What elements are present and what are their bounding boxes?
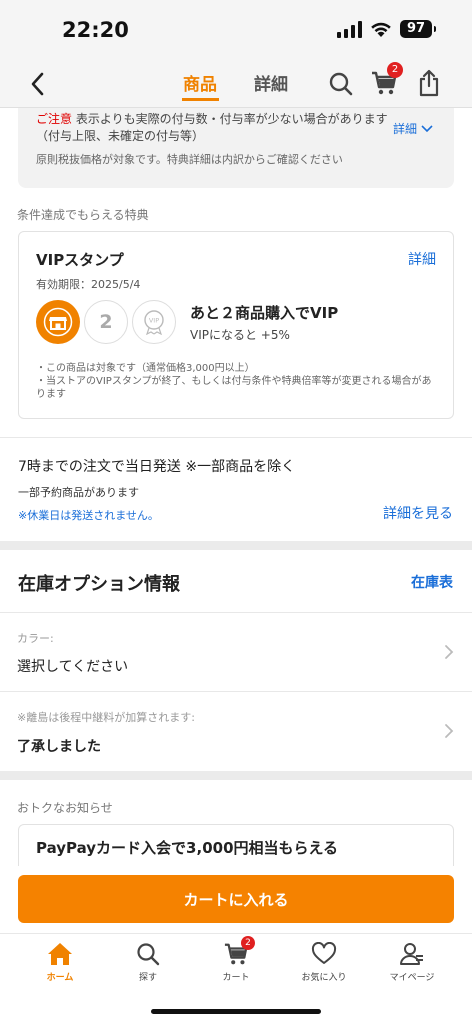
vip-badge-label: VIP	[149, 317, 159, 325]
vip-detail-link[interactable]: 詳細	[408, 249, 436, 269]
notice-text: ご注意 表示よりも実際の付与数・付与率が少ない場合があります（付与上限、未確定の…	[36, 111, 401, 145]
share-icon[interactable]	[418, 69, 440, 97]
tab-label: カート	[222, 973, 250, 983]
vip-expiry: 有効期限：2025/5/4	[36, 278, 141, 291]
add-to-cart-button[interactable]: カートに入れる	[18, 875, 454, 923]
section-divider	[0, 771, 472, 780]
tab-cart[interactable]: 2 カート	[189, 934, 283, 994]
shipping-detail-link[interactable]: 詳細を見る	[383, 503, 453, 523]
notice-detail-link[interactable]: 詳細	[393, 120, 433, 137]
vip-notes: ・この商品は対象です（通常価格3,000円以上） ・当ストアのVIPスタンプが終…	[36, 362, 441, 401]
user-icon	[400, 943, 423, 965]
option-label: カラー:	[17, 632, 54, 645]
tab-label: マイページ	[389, 973, 435, 983]
chevron-down-icon	[421, 124, 433, 132]
vip-bonus: VIPになると +5%	[190, 328, 290, 342]
cart-count-badge: 2	[241, 936, 255, 950]
vip-stamp-card: VIPスタンプ 詳細 有効期限：2025/5/4 2 VIP あと２商品購入でV…	[18, 231, 454, 419]
shipping-holiday-note: ※休業日は発送されません。	[18, 509, 159, 522]
active-tab-indicator	[182, 98, 219, 101]
stock-options-title: 在庫オプション情報	[18, 574, 180, 595]
home-indicator	[151, 1009, 321, 1014]
option-value: 了承しました	[17, 739, 101, 755]
vip-progress: あと２商品購入でVIP	[190, 304, 339, 322]
cart-count-badge: 2	[387, 62, 403, 78]
notice-body: 表示よりも実際の付与数・付与率が少ない場合があります（付与上限、未確定の付与等）	[36, 112, 388, 143]
heart-icon	[311, 942, 337, 964]
search-icon[interactable]	[328, 71, 354, 97]
tab-label: ホーム	[46, 973, 74, 983]
section-divider	[0, 541, 472, 550]
tab-bar: ホーム 探す 2 カート お気に入り マイページ	[0, 933, 472, 993]
divider	[0, 437, 472, 438]
notice-detail-label: 詳細	[393, 122, 418, 136]
bottom-panel: カートに入れる ホーム 探す 2 カート お気に入り マイページ	[0, 866, 472, 1024]
stamp-vip: VIP	[132, 300, 176, 344]
shipping-title: 7時までの注文で当日発送 ※一部商品を除く	[18, 459, 296, 475]
status-bar: 22:20 97	[0, 0, 472, 60]
tab-products[interactable]: 商品	[183, 70, 217, 95]
chevron-right-icon	[445, 724, 454, 738]
stock-table-link[interactable]: 在庫表	[411, 572, 453, 592]
back-arrow-icon[interactable]	[26, 70, 50, 98]
stamp-filled	[36, 300, 80, 344]
vip-note-item: ・この商品は対象です（通常価格3,000円以上）	[36, 363, 255, 374]
search-icon	[137, 943, 160, 966]
vip-title: VIPスタンプ	[36, 251, 124, 269]
tab-details[interactable]: 詳細	[254, 70, 288, 95]
nav-bar: 商品 詳細 2	[0, 60, 472, 108]
status-time: 22:20	[62, 18, 129, 42]
wifi-icon	[371, 22, 391, 37]
vip-badge-icon: VIP	[144, 310, 164, 335]
chevron-right-icon	[445, 645, 454, 659]
battery-indicator: 97	[400, 20, 436, 38]
conditions-section-label: 条件達成でもらえる特典	[17, 208, 149, 222]
option-label: ※離島は後程中継料が加算されます:	[17, 711, 195, 724]
status-icons: 97	[337, 20, 436, 38]
points-notice: ご注意 表示よりも実際の付与数・付与率が少ない場合があります（付与上限、未確定の…	[18, 108, 454, 188]
tab-search[interactable]: 探す	[101, 934, 195, 994]
tab-label: お気に入り	[301, 973, 347, 983]
option-value: 選択してください	[17, 659, 129, 675]
stamp-next: 2	[84, 300, 128, 344]
shipping-subtitle: 一部予約商品があります	[18, 486, 139, 499]
home-icon	[48, 943, 72, 965]
deals-section-label: おトクなお知らせ	[17, 801, 113, 815]
notice-footnote: 原則税抜価格が対象です。特典詳細は内訳からご確認ください	[36, 153, 343, 166]
notice-label: ご注意	[36, 112, 73, 126]
vip-note-item: ・当ストアのVIPスタンプが終了、もしくは付与条件や特典倍率等が変更される場合が…	[36, 376, 432, 400]
paypay-promo-title: PayPayカード入会で3,000円相当もらえる	[36, 839, 339, 857]
tab-favorites[interactable]: お気に入り	[277, 934, 371, 994]
tab-label: 探す	[138, 973, 157, 983]
option-row-remote-island[interactable]: ※離島は後程中継料が加算されます: 了承しました	[0, 692, 472, 770]
tab-home[interactable]: ホーム	[13, 934, 107, 994]
option-row-color[interactable]: カラー: 選択してください	[0, 613, 472, 691]
signal-icon	[337, 20, 362, 38]
store-icon	[43, 307, 73, 337]
tab-mypage[interactable]: マイページ	[365, 934, 459, 994]
